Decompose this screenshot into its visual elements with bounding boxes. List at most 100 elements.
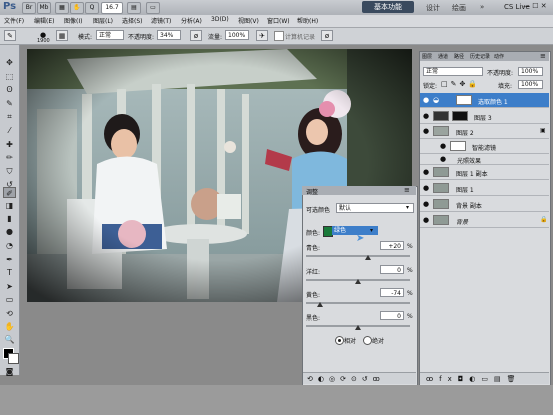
brush-tool-preset-icon[interactable]: ✎ — [4, 30, 16, 41]
magenta-value-field[interactable]: 0 — [380, 265, 404, 274]
yellow-slider-thumb[interactable] — [316, 302, 323, 307]
layer-name[interactable]: 背景 副本 — [456, 201, 482, 210]
tab-history[interactable]: 历史记录 — [470, 53, 490, 60]
minibridge-icon[interactable]: Mb — [37, 2, 51, 14]
tab-actions[interactable]: 动作 — [494, 53, 504, 60]
type-tool-icon[interactable]: T — [3, 267, 16, 278]
cyan-value-field[interactable]: +20 — [380, 241, 404, 250]
arrange-icon[interactable]: ▤ — [127, 2, 141, 14]
tablet-pressure-icon[interactable]: ø — [321, 30, 333, 41]
eye-icon[interactable]: ● — [422, 96, 430, 104]
blur-tool-icon[interactable]: ● — [3, 226, 16, 237]
healing-brush-tool-icon[interactable]: ✚ — [3, 139, 16, 150]
layer-mask-thumbnail[interactable] — [456, 95, 472, 105]
adjustments-tab[interactable]: 调整 — [306, 187, 318, 196]
adjustments-footer-icons[interactable]: ⟲◐◎⟳⊙↺ꝏ — [303, 372, 416, 384]
tab-channels[interactable]: 通道 — [438, 53, 448, 60]
absolute-radio[interactable] — [363, 336, 372, 345]
eye-icon[interactable]: ● — [422, 200, 430, 208]
more-workspaces-icon[interactable]: » — [480, 3, 484, 11]
cyan-slider-thumb[interactable] — [365, 255, 372, 260]
active-brush-tool-icon[interactable]: ✐ — [3, 187, 16, 198]
gradient-tool-icon[interactable]: ▮ — [3, 213, 16, 224]
eye-icon[interactable]: ● — [422, 184, 430, 192]
menu-3d[interactable]: 3D(D) — [211, 16, 229, 23]
window-controls[interactable]: — ☐ ✕ — [523, 2, 547, 10]
black-value-field[interactable]: 0 — [380, 311, 404, 320]
zoom-tool-icon[interactable]: 🔍 — [3, 334, 16, 345]
workspace-painting-link[interactable]: 绘画 — [452, 3, 466, 13]
preset-select[interactable]: 默认 — [336, 203, 414, 213]
black-slider-thumb[interactable] — [355, 325, 361, 330]
eraser-tool-icon[interactable]: ◨ — [3, 200, 16, 211]
brush-tool-icon[interactable]: ✏ — [3, 152, 16, 163]
hand-tool-icon[interactable]: ✋ — [3, 321, 16, 332]
menu-select[interactable]: 选择(S) — [122, 16, 143, 25]
hand-icon[interactable]: ✋ — [70, 2, 84, 14]
layers-footer-icons[interactable]: ꝏfx◘◐▭▤🗑 — [420, 372, 549, 384]
menu-edit[interactable]: 编辑(E) — [34, 16, 54, 25]
brush-panel-icon[interactable]: ▦ — [56, 30, 68, 41]
menu-analysis[interactable]: 分析(A) — [181, 16, 202, 25]
menu-filter[interactable]: 滤镜(T) — [151, 16, 171, 25]
move-tool-icon[interactable]: ✥ — [3, 57, 16, 68]
relative-radio[interactable] — [335, 336, 344, 345]
opacity-field[interactable]: 34% — [157, 30, 181, 40]
magenta-slider-thumb[interactable] — [355, 279, 361, 284]
layer-name[interactable]: 背景 — [456, 217, 468, 226]
cyan-slider-track[interactable] — [306, 255, 410, 257]
marquee-tool-icon[interactable]: ⬚ — [3, 71, 16, 82]
eye-icon[interactable]: ● — [422, 168, 430, 176]
workspace-essentials-button[interactable]: 基本功能 — [362, 1, 414, 13]
shape-tool-icon[interactable]: ▭ — [3, 294, 16, 305]
layer-mask-thumbnail[interactable] — [452, 111, 468, 121]
layer-name[interactable]: 光照效果 — [457, 156, 481, 165]
zoom-level-field[interactable]: 16.7 — [101, 2, 123, 14]
layer-name[interactable]: 图层 1 — [456, 185, 474, 194]
menu-window[interactable]: 窗口(W) — [267, 16, 290, 25]
mode-select[interactable]: 正常 — [96, 30, 124, 40]
menu-layer[interactable]: 图层(L) — [93, 16, 113, 25]
grid-icon[interactable]: ▦ — [55, 2, 69, 14]
menu-view[interactable]: 视图(V) — [238, 16, 259, 25]
pen-tool-icon[interactable]: ✒ — [3, 254, 16, 265]
clone-stamp-tool-icon[interactable]: ⛉ — [3, 166, 16, 177]
layer-name[interactable]: 图层 3 — [474, 113, 492, 122]
menu-file[interactable]: 文件(F) — [4, 16, 24, 25]
airbrush-checkbox[interactable] — [274, 31, 284, 41]
eye-icon[interactable]: ● — [422, 127, 430, 135]
bridge-icon[interactable]: Br — [22, 2, 36, 14]
layer-name[interactable]: 图层 2 — [456, 128, 474, 137]
layer-name[interactable]: 智能滤镜 — [472, 143, 496, 152]
eye-icon[interactable]: ● — [439, 142, 447, 150]
menu-help[interactable]: 帮助(H) — [297, 16, 318, 25]
crop-tool-icon[interactable]: ⌗ — [3, 111, 16, 122]
pressure-opacity-icon[interactable]: ø — [190, 30, 202, 41]
eye-icon[interactable]: ● — [422, 112, 430, 120]
eyedropper-tool-icon[interactable]: ⁄ — [3, 125, 16, 136]
dodge-tool-icon[interactable]: ◔ — [3, 240, 16, 251]
layers-panel-menu-icon[interactable]: ≡ — [540, 52, 546, 60]
quick-select-tool-icon[interactable]: ✎ — [3, 98, 16, 109]
background-color-swatch[interactable] — [8, 353, 19, 364]
yellow-value-field[interactable]: -74 — [380, 288, 404, 297]
airbrush-icon[interactable]: ✈ — [256, 30, 268, 41]
workspace-design-link[interactable]: 设计 — [426, 3, 440, 13]
3d-rotate-tool-icon[interactable]: ⟲ — [3, 308, 16, 319]
fill-field[interactable]: 100% — [518, 80, 543, 89]
screen-mode-icon[interactable]: ▭ — [146, 2, 160, 14]
flow-field[interactable]: 100% — [225, 30, 249, 40]
eye-icon[interactable]: ● — [439, 155, 447, 163]
quick-mask-icon[interactable]: ◙ — [3, 366, 16, 377]
layer-opacity-field[interactable]: 100% — [518, 67, 543, 76]
tab-paths[interactable]: 路径 — [454, 53, 464, 60]
layer-name[interactable]: 图层 1 副本 — [456, 169, 488, 178]
zoom-icon[interactable]: Q — [85, 2, 99, 14]
menu-image[interactable]: 图像(I) — [64, 16, 82, 25]
path-selection-tool-icon[interactable]: ➤ — [3, 281, 16, 292]
smart-filter-mask-thumbnail[interactable] — [450, 141, 466, 151]
eye-icon[interactable]: ● — [422, 216, 430, 224]
panel-menu-icon[interactable]: ≡ — [404, 186, 410, 194]
layer-name[interactable]: 选取颜色 1 — [478, 97, 508, 106]
tab-layers[interactable]: 图层 — [422, 53, 432, 60]
